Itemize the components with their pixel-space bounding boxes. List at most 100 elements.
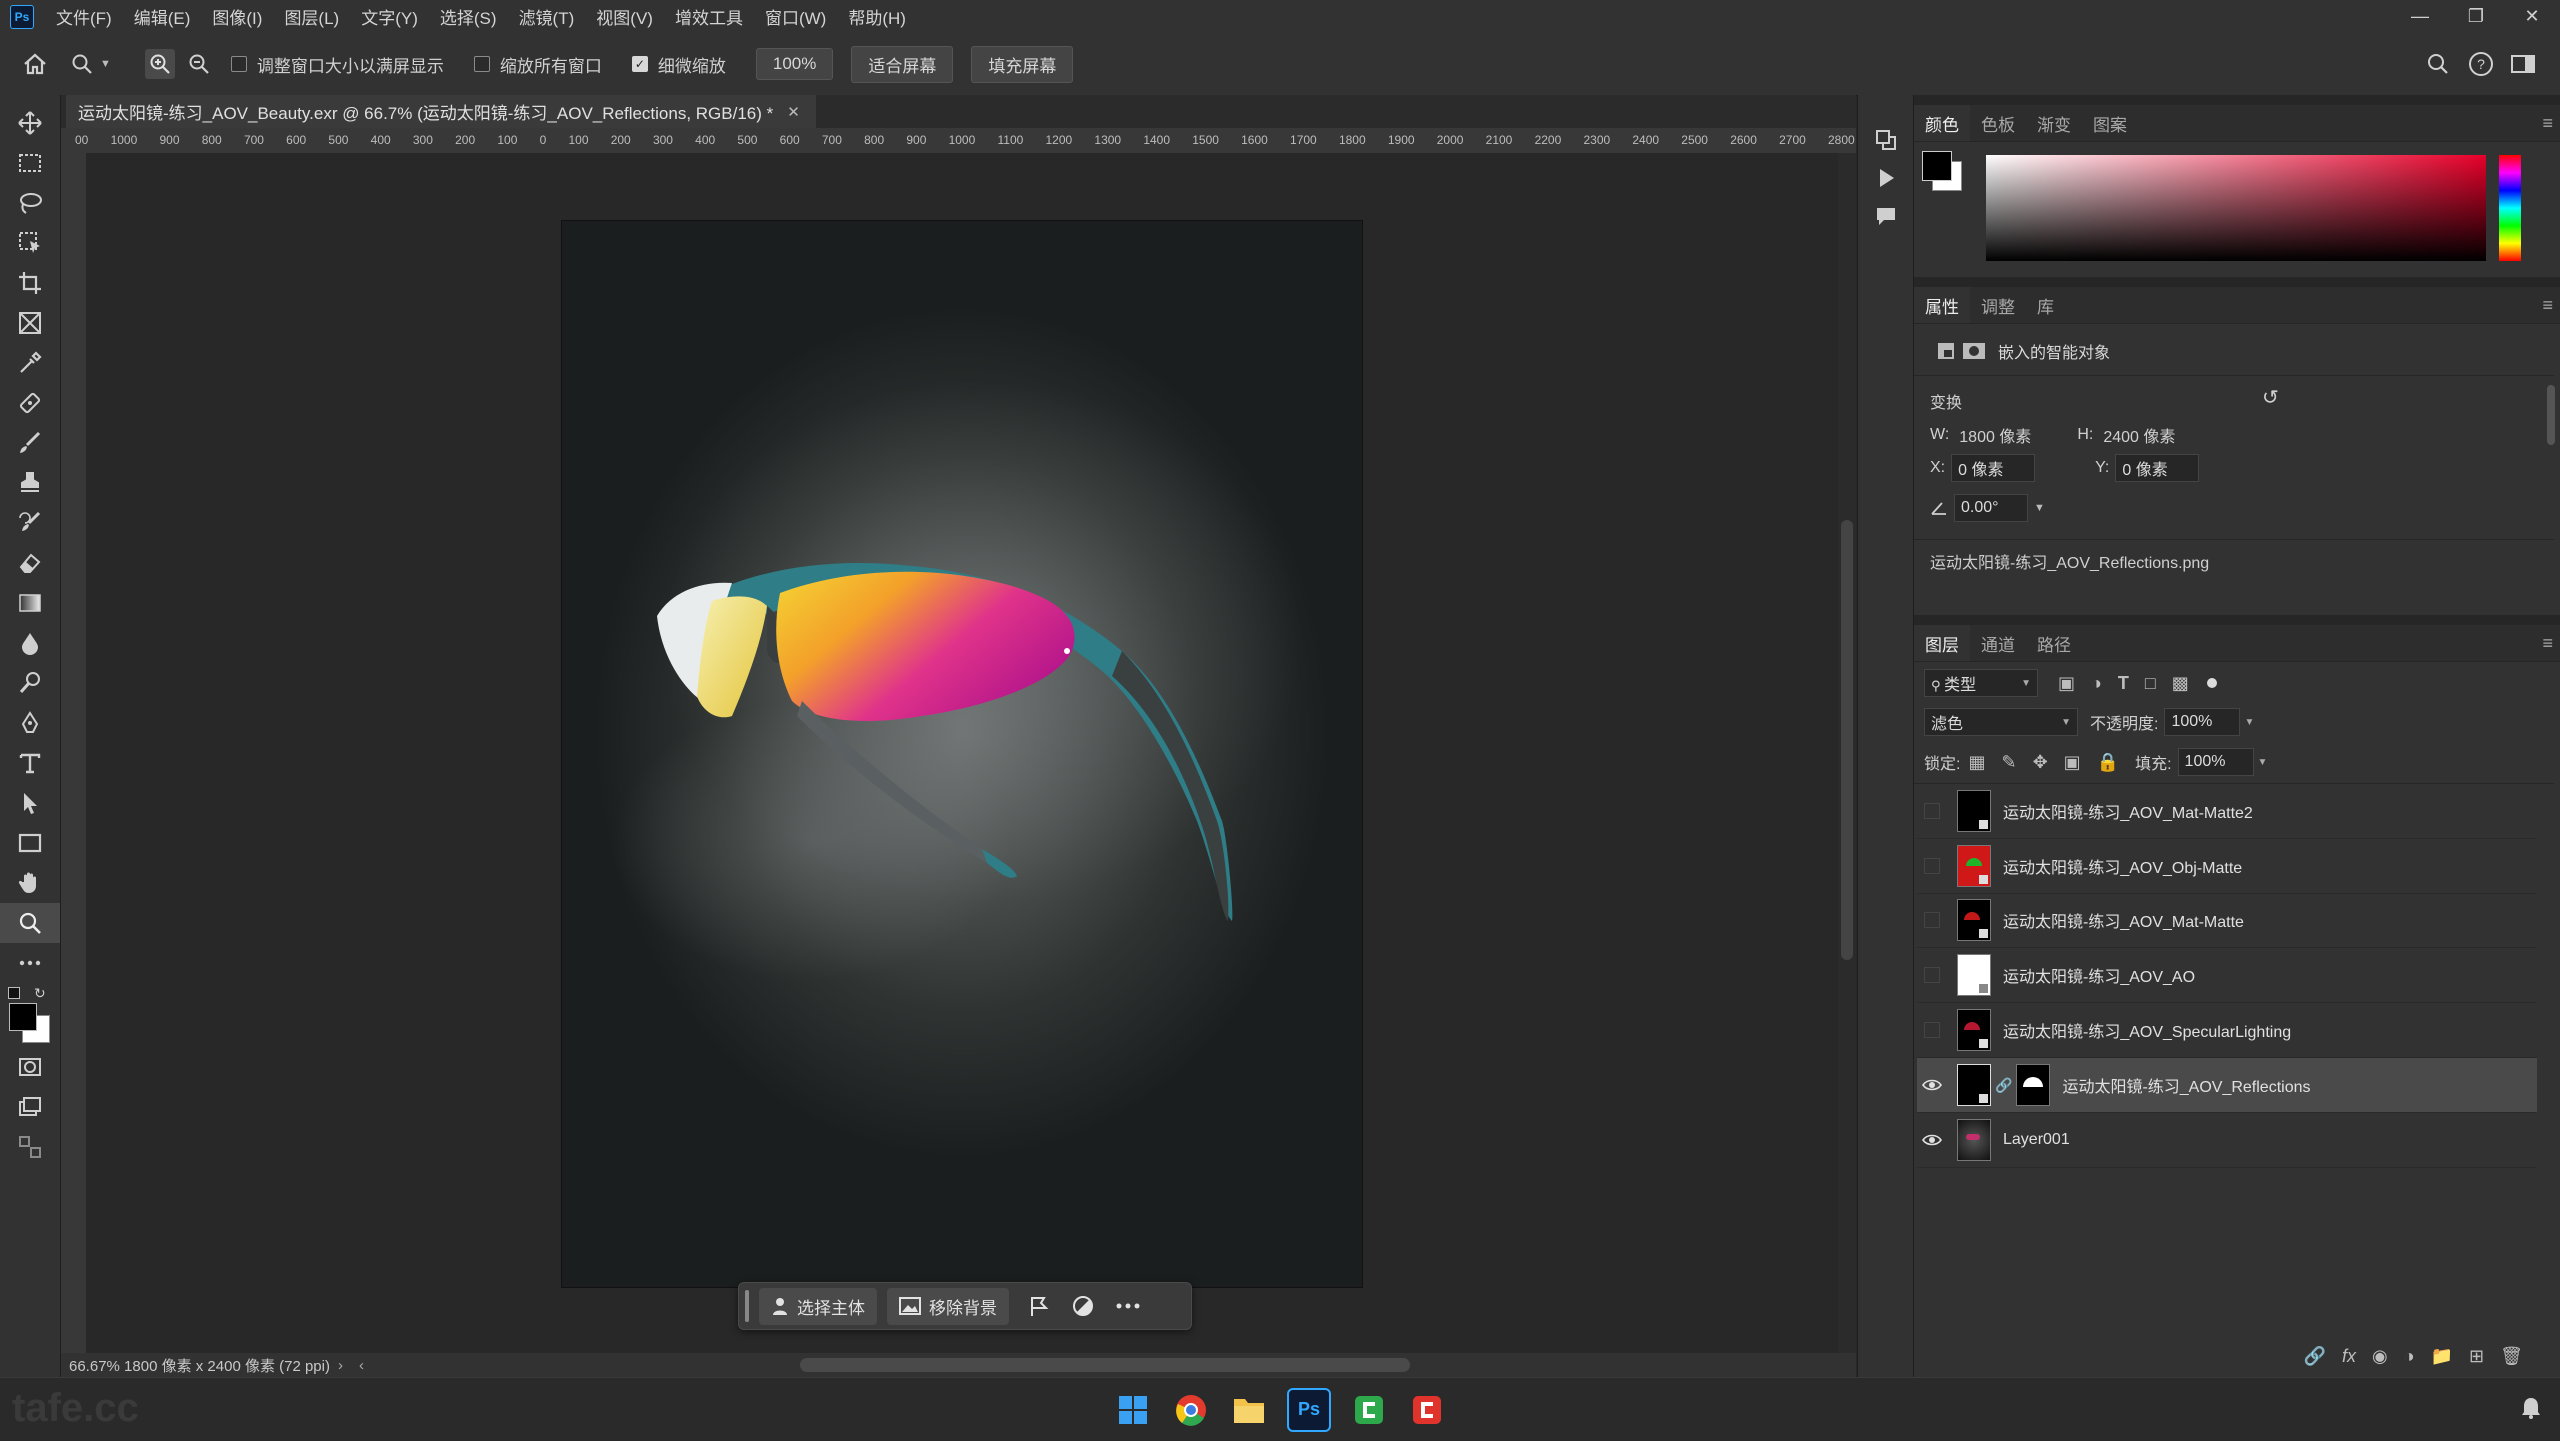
visibility-toggle[interactable] — [1917, 784, 1947, 838]
visibility-eye-icon[interactable] — [1917, 1113, 1947, 1167]
notification-icon[interactable] — [2520, 1396, 2542, 1420]
home-icon[interactable] — [0, 52, 70, 76]
more-tools-icon[interactable] — [0, 943, 60, 983]
filter-smart-object-icon[interactable]: ▩ — [2172, 673, 2189, 694]
tab-paths[interactable]: 路径 — [2026, 625, 2082, 661]
history-brush-tool-icon[interactable] — [0, 503, 60, 543]
ruler-vertical[interactable] — [61, 153, 87, 1353]
healing-brush-tool-icon[interactable] — [0, 383, 60, 423]
layer-mask-thumbnail[interactable] — [2016, 1064, 2051, 1106]
zoom-tool-icon[interactable] — [0, 903, 60, 943]
color-fg-swatch[interactable] — [1922, 151, 1952, 181]
x-field[interactable]: 0 像素 — [1951, 454, 2036, 482]
zoom-out-icon[interactable] — [187, 52, 211, 76]
more-options-icon[interactable] — [1115, 1302, 1141, 1310]
dodge-tool-icon[interactable] — [0, 663, 60, 703]
menu-edit[interactable]: 编辑(E) — [134, 4, 191, 29]
panel-menu-icon[interactable]: ≡ — [2542, 295, 2553, 316]
menu-file[interactable]: 文件(F) — [56, 4, 112, 29]
tab-properties[interactable]: 属性 — [1914, 287, 1970, 323]
layer-row-selected[interactable]: 🔗 运动太阳镜-练习_AOV_Reflections — [1917, 1058, 2537, 1113]
help-icon[interactable]: ? — [2468, 51, 2494, 77]
windows-start-icon[interactable] — [1113, 1390, 1153, 1430]
actions-play-icon[interactable] — [1858, 167, 1913, 189]
menu-image[interactable]: 图像(I) — [212, 4, 262, 29]
gradient-tool-icon[interactable] — [0, 583, 60, 623]
visibility-toggle[interactable] — [1917, 948, 1947, 1002]
crop-tool-icon[interactable] — [0, 263, 60, 303]
path-selection-tool-icon[interactable] — [0, 783, 60, 823]
marquee-tool-icon[interactable] — [0, 143, 60, 183]
vertical-scroll-thumb[interactable] — [1841, 520, 1853, 960]
fill-dropdown-icon[interactable]: ▼ — [2258, 757, 2268, 768]
filter-type-icon[interactable]: T — [2118, 673, 2129, 694]
new-group-icon[interactable]: 📁 — [2431, 1346, 2453, 1367]
width-value[interactable]: 1800 像素 — [1959, 423, 2031, 447]
filter-shape-icon[interactable]: □ — [2145, 673, 2156, 694]
restore-button[interactable]: ❐ — [2448, 0, 2504, 33]
lock-artboard-icon[interactable]: ▣ — [2064, 752, 2081, 773]
lock-position-icon[interactable]: ✥ — [2033, 752, 2048, 773]
rectangle-tool-icon[interactable] — [0, 823, 60, 863]
layer-row[interactable]: 运动太阳镜-练习_AOV_Obj-Matte — [1917, 839, 2537, 894]
properties-scrollbar[interactable] — [2547, 385, 2555, 445]
tab-libraries[interactable]: 库 — [2026, 287, 2065, 323]
menu-type[interactable]: 文字(Y) — [361, 4, 418, 29]
brush-tool-icon[interactable] — [0, 423, 60, 463]
edit-toolbar-icon[interactable] — [0, 1127, 60, 1167]
zoom-100-button[interactable]: 100% — [755, 48, 834, 80]
menu-select[interactable]: 选择(S) — [440, 4, 497, 29]
filter-pixel-icon[interactable]: ▣ — [2058, 673, 2075, 694]
layer-filter-select[interactable]: ⚲ 类型 ▼ — [1924, 669, 2038, 697]
close-button[interactable]: ✕ — [2504, 0, 2560, 33]
lock-pixels-icon[interactable]: ✎ — [2001, 752, 2016, 773]
color-swatches[interactable]: ↻ — [0, 983, 60, 1047]
visibility-toggle[interactable] — [1917, 893, 1947, 947]
layer-row[interactable]: 运动太阳镜-练习_AOV_SpecularLighting — [1917, 1003, 2537, 1058]
add-mask-icon[interactable]: ◉ — [2372, 1346, 2388, 1367]
lock-transparency-icon[interactable]: ▦ — [1968, 752, 1985, 773]
fit-window-checkbox[interactable] — [230, 56, 247, 72]
delete-layer-icon[interactable]: 🗑 — [2500, 1346, 2523, 1367]
chrome-icon[interactable] — [1171, 1390, 1211, 1430]
opacity-dropdown-icon[interactable]: ▼ — [2244, 717, 2254, 728]
zoom-tool-preset-icon[interactable]: ▼ — [70, 52, 111, 76]
panel-menu-icon[interactable]: ≡ — [2542, 633, 2553, 654]
tab-layers[interactable]: 图层 — [1914, 625, 1970, 661]
minimize-button[interactable]: — — [2392, 0, 2448, 33]
tab-gradients[interactable]: 渐变 — [2026, 105, 2082, 141]
angle-dropdown-icon[interactable]: ▼ — [2034, 502, 2045, 514]
search-icon[interactable] — [2426, 52, 2450, 76]
camtasia-icon[interactable] — [1349, 1390, 1389, 1430]
photoshop-logo-icon[interactable]: Ps — [10, 4, 34, 29]
height-value[interactable]: 2400 像素 — [2103, 423, 2175, 447]
panel-menu-icon[interactable]: ≡ — [2542, 113, 2553, 134]
menu-help[interactable]: 帮助(H) — [848, 4, 906, 29]
crop-flag-icon[interactable] — [1027, 1294, 1051, 1318]
fill-field[interactable]: 100% — [2177, 748, 2254, 776]
new-adjustment-icon[interactable]: ◑ — [2404, 1346, 2415, 1367]
close-tab-icon[interactable]: ✕ — [787, 103, 800, 121]
tab-swatches[interactable]: 色板 — [1970, 105, 2026, 141]
layer-row[interactable]: Layer001 — [1917, 1113, 2537, 1168]
filter-toggle-icon[interactable] — [2206, 678, 2217, 688]
tab-color[interactable]: 颜色 — [1914, 105, 1970, 141]
eyedropper-tool-icon[interactable] — [0, 343, 60, 383]
document-canvas[interactable] — [562, 221, 1362, 1287]
horizontal-scroll-thumb[interactable] — [800, 1358, 1410, 1372]
blend-mode-select[interactable]: 滤色 ▼ — [1924, 708, 2078, 736]
blur-tool-icon[interactable] — [0, 623, 60, 663]
hue-slider[interactable] — [2499, 155, 2521, 261]
camtasia-recorder-icon[interactable] — [1407, 1390, 1447, 1430]
fit-screen-button[interactable]: 适合屏幕 — [851, 45, 954, 83]
scroll-left-icon[interactable]: ‹ — [359, 1357, 364, 1374]
workspace-icon[interactable] — [2510, 53, 2536, 75]
frame-tool-icon[interactable] — [0, 303, 60, 343]
fill-screen-button[interactable]: 填充屏幕 — [971, 45, 1074, 83]
color-field[interactable] — [1986, 155, 2486, 261]
menu-filter[interactable]: 滤镜(T) — [519, 4, 575, 29]
layer-row[interactable]: 运动太阳镜-练习_AOV_AO — [1917, 948, 2537, 1003]
layer-row[interactable]: 运动太阳镜-练习_AOV_Mat-Matte — [1917, 893, 2537, 948]
zoom-in-icon[interactable] — [144, 49, 175, 79]
menu-window[interactable]: 窗口(W) — [765, 4, 826, 29]
